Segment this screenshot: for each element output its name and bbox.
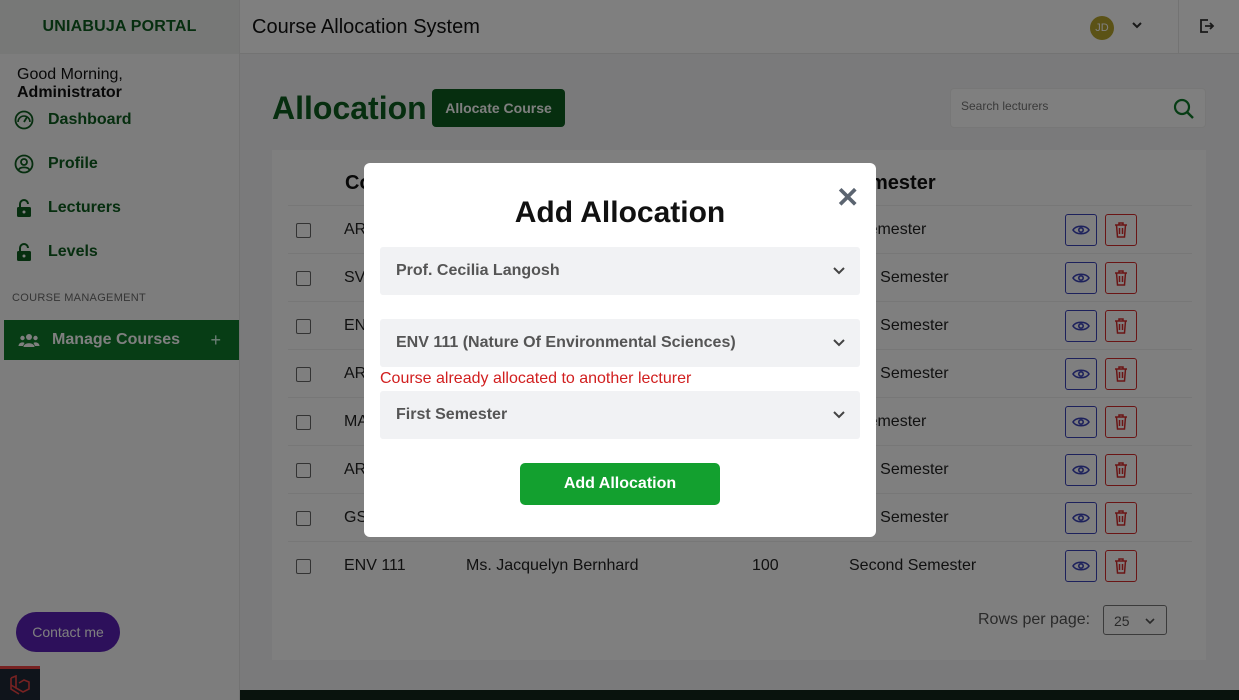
semester-select[interactable]: First Semester (380, 391, 860, 439)
modal-title: Add Allocation (514, 196, 726, 229)
chevron-down-icon (833, 339, 845, 347)
lecturer-select[interactable]: Prof. Cecilia Langosh (380, 247, 860, 295)
course-select-value: ENV 111 (Nature Of Environmental Science… (396, 334, 736, 351)
chevron-down-icon (833, 267, 845, 275)
semester-select-value: First Semester (396, 406, 508, 423)
course-select[interactable]: ENV 111 (Nature Of Environmental Science… (380, 319, 860, 367)
chevron-down-icon (833, 411, 845, 419)
lecturer-select-value: Prof. Cecilia Langosh (396, 262, 560, 279)
course-error-message: Course already allocated to another lect… (380, 370, 692, 387)
add-allocation-modal: ✕ Add Allocation Prof. Cecilia Langosh E… (364, 163, 876, 537)
add-allocation-button[interactable]: Add Allocation (520, 463, 720, 505)
